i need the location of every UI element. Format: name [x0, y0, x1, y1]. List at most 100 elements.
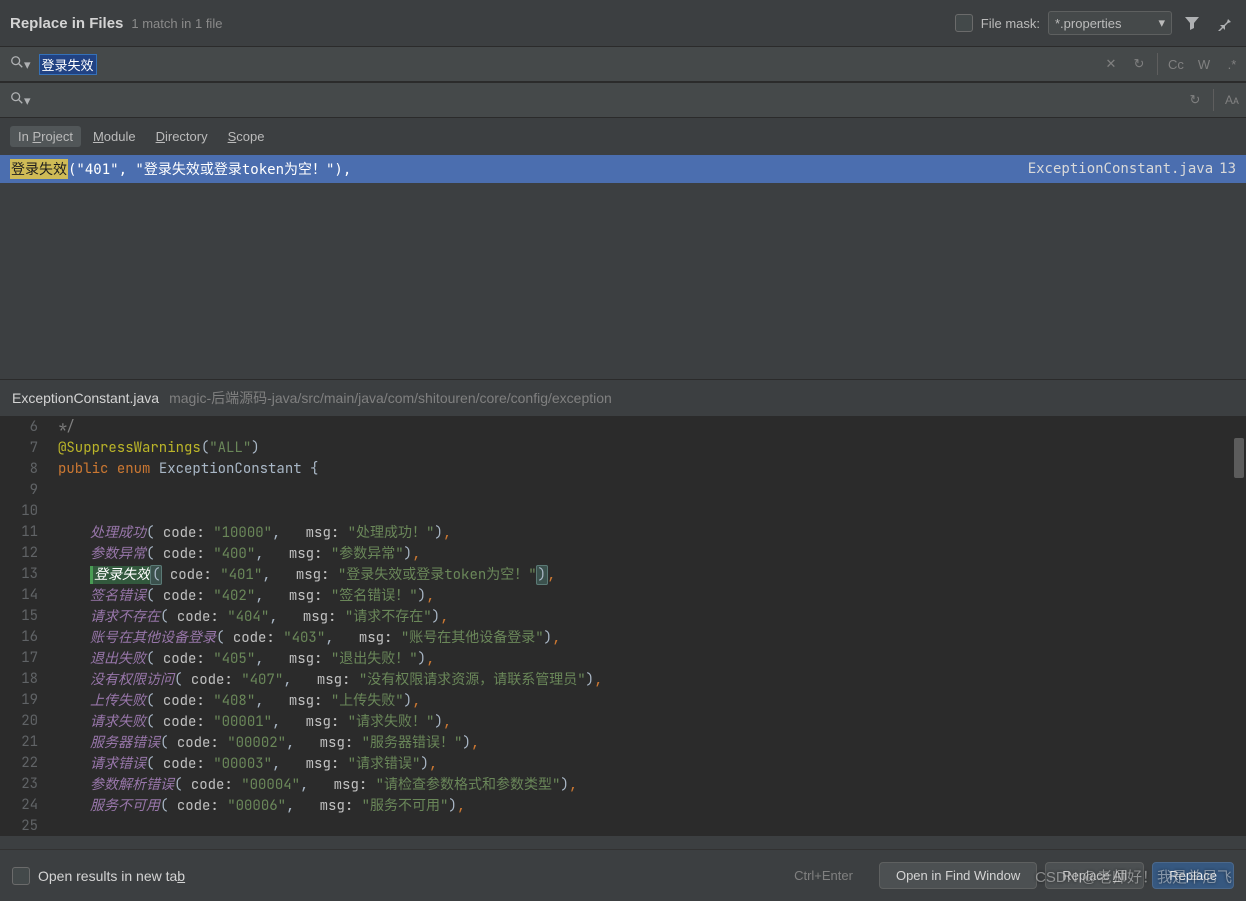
code-line: 11处理成功( code: "10000", msg: "处理成功！"), — [0, 521, 1246, 542]
match-case-toggle[interactable]: Cc — [1162, 50, 1190, 78]
filter-icon[interactable] — [1180, 11, 1204, 35]
search-icon: ▾ — [10, 55, 31, 73]
code-content: public enum ExceptionConstant { — [50, 460, 318, 478]
result-file-name: ExceptionConstant.java — [1028, 161, 1213, 177]
dialog-title: Replace in Files — [10, 15, 123, 32]
file-mask-checkbox[interactable] — [955, 14, 973, 32]
clear-icon[interactable]: ✕ — [1097, 50, 1125, 78]
open-new-tab-label: Open results in new tab — [38, 868, 185, 884]
code-content: 请求失败( code: "00001", msg: "请求失败！"), — [50, 711, 451, 731]
line-number: 10 — [0, 502, 50, 520]
line-number: 23 — [0, 775, 50, 793]
search-field-row: ▾ 登录失效 ✕ ↻ Cc W .* — [0, 46, 1246, 82]
line-number: 12 — [0, 544, 50, 562]
code-line: 18没有权限访问( code: "407", msg: "没有权限请求资源，请联… — [0, 668, 1246, 689]
code-content: 登录失效( code: "401", msg: "登录失效或登录token为空！… — [50, 564, 555, 584]
open-new-tab-checkbox[interactable] — [12, 867, 30, 885]
preserve-case-toggle[interactable]: Aᴀ — [1218, 86, 1246, 114]
line-number: 13 — [0, 565, 50, 583]
replace-field-row: ▾ ↻ Aᴀ — [0, 82, 1246, 118]
code-line: 8public enum ExceptionConstant { — [0, 458, 1246, 479]
code-content: 上传失败( code: "408", msg: "上传失败"), — [50, 690, 420, 710]
scope-tab-directory[interactable]: Directory — [148, 126, 216, 147]
line-number: 22 — [0, 754, 50, 772]
code-line: 12参数异常( code: "400", msg: "参数异常"), — [0, 542, 1246, 563]
scope-tab-scope[interactable]: Scope — [220, 126, 273, 147]
code-content: 没有权限访问( code: "407", msg: "没有权限请求资源，请联系管… — [50, 669, 602, 689]
watermark-text: CSDN @老师好！我是羊尼飞 — [1035, 866, 1232, 887]
regex-toggle[interactable]: .* — [1218, 50, 1246, 78]
words-toggle[interactable]: W — [1190, 50, 1218, 78]
scope-tab-module[interactable]: Module — [85, 126, 144, 147]
code-content: */ — [50, 418, 75, 436]
code-line: 19上传失败( code: "408", msg: "上传失败"), — [0, 689, 1246, 710]
line-number: 15 — [0, 607, 50, 625]
line-number: 20 — [0, 712, 50, 730]
code-line: 22请求错误( code: "00003", msg: "请求错误"), — [0, 752, 1246, 773]
result-line-number: 13 — [1219, 161, 1236, 177]
search-result-row[interactable]: 登录失效 ("401", "登录失效或登录token为空！"), Excepti… — [0, 155, 1246, 183]
code-line: 25 — [0, 815, 1246, 836]
result-context: ("401", "登录失效或登录token为空！"), — [68, 159, 351, 179]
replace-value[interactable] — [39, 92, 220, 108]
history-icon[interactable]: ↻ — [1181, 86, 1209, 114]
code-line: 7@SuppressWarnings("ALL") — [0, 437, 1246, 458]
code-content: 请求错误( code: "00003", msg: "请求错误"), — [50, 753, 437, 773]
chevron-down-icon: ▾ — [1158, 15, 1165, 31]
line-number: 18 — [0, 670, 50, 688]
code-content: 账号在其他设备登录( code: "403", msg: "账号在其他设备登录"… — [50, 627, 560, 647]
editor-scrollbar[interactable] — [1234, 438, 1244, 478]
code-line: 10 — [0, 500, 1246, 521]
code-content: 处理成功( code: "10000", msg: "处理成功！"), — [50, 522, 451, 542]
code-editor[interactable]: 6*/7@SuppressWarnings("ALL")8public enum… — [0, 416, 1246, 836]
search-icon: ▾ — [10, 91, 31, 109]
code-line: 15请求不存在( code: "404", msg: "请求不存在"), — [0, 605, 1246, 626]
code-line: 14签名错误( code: "402", msg: "签名错误！"), — [0, 584, 1246, 605]
file-mask-value: *.properties — [1055, 16, 1121, 31]
code-content: 服务不可用( code: "00006", msg: "服务不可用"), — [50, 795, 465, 815]
separator — [1157, 53, 1158, 75]
code-line: 9 — [0, 479, 1246, 500]
code-content: 参数解析错误( code: "00004", msg: "请检查参数格式和参数类… — [50, 774, 577, 794]
editor-match-highlight: 登录失效 — [90, 566, 151, 584]
line-number: 14 — [0, 586, 50, 604]
scope-tab-project[interactable]: In Project — [10, 126, 81, 147]
file-mask-combo[interactable]: *.properties ▾ — [1048, 11, 1172, 35]
code-line: 17退出失败( code: "405", msg: "退出失败！"), — [0, 647, 1246, 668]
pin-icon[interactable] — [1212, 11, 1236, 35]
file-mask-label: File mask: — [981, 16, 1040, 31]
history-icon[interactable]: ↻ — [1125, 50, 1153, 78]
code-line: 13登录失效( code: "401", msg: "登录失效或登录token为… — [0, 563, 1246, 584]
line-number: 21 — [0, 733, 50, 751]
code-content: 请求不存在( code: "404", msg: "请求不存在"), — [50, 606, 448, 626]
replace-input[interactable] — [39, 92, 1181, 108]
code-content: 签名错误( code: "402", msg: "签名错误！"), — [50, 585, 434, 605]
code-content: 退出失败( code: "405", msg: "退出失败！"), — [50, 648, 434, 668]
code-line: 16账号在其他设备登录( code: "403", msg: "账号在其他设备登… — [0, 626, 1246, 647]
line-number: 17 — [0, 649, 50, 667]
line-number: 24 — [0, 796, 50, 814]
scope-tabs: In Project Module Directory Scope — [0, 118, 1246, 155]
line-number: 16 — [0, 628, 50, 646]
file-path-bar: ExceptionConstant.java magic-后端源码-java/s… — [0, 379, 1246, 416]
open-find-window-button[interactable]: Open in Find Window — [879, 862, 1037, 889]
code-line: 23参数解析错误( code: "00004", msg: "请检查参数格式和参… — [0, 773, 1246, 794]
code-content: @SuppressWarnings("ALL") — [50, 439, 260, 457]
dialog-header: Replace in Files 1 match in 1 file File … — [0, 0, 1246, 46]
code-line: 6*/ — [0, 416, 1246, 437]
separator — [1213, 89, 1214, 111]
code-line: 20请求失败( code: "00001", msg: "请求失败！"), — [0, 710, 1246, 731]
code-line: 24服务不可用( code: "00006", msg: "服务不可用"), — [0, 794, 1246, 815]
line-number: 19 — [0, 691, 50, 709]
line-number: 6 — [0, 418, 50, 436]
line-number: 9 — [0, 481, 50, 499]
line-number: 8 — [0, 460, 50, 478]
line-number: 11 — [0, 523, 50, 541]
result-highlight: 登录失效 — [10, 159, 68, 179]
code-line: 21服务器错误( code: "00002", msg: "服务器错误！"), — [0, 731, 1246, 752]
open-file-path: magic-后端源码-java/src/main/java/com/shitou… — [169, 388, 612, 408]
code-content: 服务器错误( code: "00002", msg: "服务器错误！"), — [50, 732, 479, 752]
search-input[interactable]: 登录失效 — [39, 54, 1097, 75]
line-number: 7 — [0, 439, 50, 457]
code-content: 参数异常( code: "400", msg: "参数异常"), — [50, 543, 420, 563]
